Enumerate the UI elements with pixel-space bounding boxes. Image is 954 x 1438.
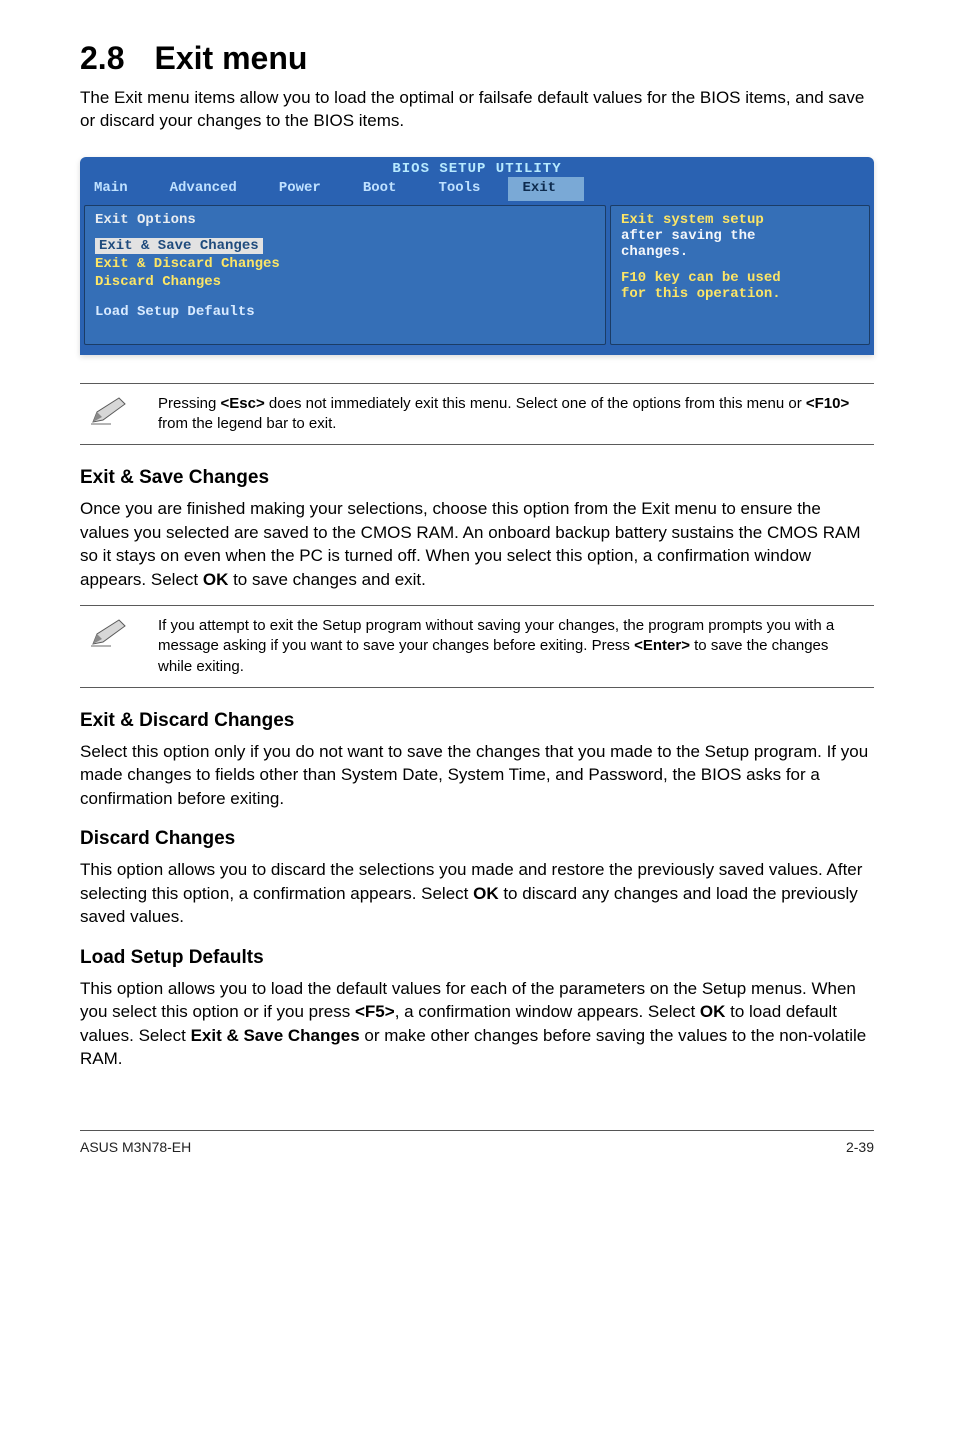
bios-tab-exit[interactable]: Exit	[508, 177, 584, 201]
bios-help-line1: Exit system setup	[621, 212, 764, 228]
bios-help-line4: F10 key can be used	[621, 270, 781, 286]
note-esc-text: Pressing <Esc> does not immediately exit…	[158, 394, 866, 435]
bios-item-discard[interactable]: Discard Changes	[95, 274, 595, 290]
body-load-defaults: This option allows you to load the defau…	[80, 977, 874, 1071]
bios-utility-title: BIOS SETUP UTILITY	[80, 157, 874, 177]
bios-tab-advanced[interactable]: Advanced	[156, 177, 265, 201]
note-enter-text: If you attempt to exit the Setup program…	[158, 616, 866, 677]
note-esc: Pressing <Esc> does not immediately exit…	[80, 383, 874, 446]
pencil-icon	[88, 616, 130, 648]
body-exit-discard: Select this option only if you do not wa…	[80, 740, 874, 810]
bios-body: Exit Options Exit & Save Changes Exit & …	[80, 201, 874, 355]
bios-screenshot: BIOS SETUP UTILITY Main Advanced Power B…	[80, 157, 874, 355]
bios-tab-main[interactable]: Main	[80, 177, 156, 201]
footer-product: ASUS M3N78-EH	[80, 1139, 191, 1155]
heading-discard: Discard Changes	[80, 828, 874, 850]
intro-paragraph: The Exit menu items allow you to load th…	[80, 87, 874, 133]
bios-item-exit-save[interactable]: Exit & Save Changes	[95, 238, 263, 254]
bios-right-pane: Exit system setup after saving the chang…	[610, 205, 870, 345]
bios-help-line5: for this operation.	[621, 286, 781, 302]
body-exit-save: Once you are finished making your select…	[80, 497, 874, 591]
bios-left-header: Exit Options	[95, 212, 595, 228]
bios-tab-tools[interactable]: Tools	[424, 177, 508, 201]
heading-load-defaults: Load Setup Defaults	[80, 947, 874, 969]
heading-exit-save: Exit & Save Changes	[80, 467, 874, 489]
page-heading: 2.8 Exit menu	[80, 40, 874, 77]
bios-item-load-defaults[interactable]: Load Setup Defaults	[95, 304, 595, 320]
note-enter: If you attempt to exit the Setup program…	[80, 605, 874, 688]
heading-exit-discard: Exit & Discard Changes	[80, 710, 874, 732]
footer-page-number: 2-39	[846, 1139, 874, 1155]
section-title-text: Exit menu	[154, 40, 307, 76]
body-discard: This option allows you to discard the se…	[80, 858, 874, 928]
bios-help-line2: after saving the	[621, 228, 859, 244]
bios-left-pane: Exit Options Exit & Save Changes Exit & …	[84, 205, 606, 345]
bios-tab-bar: Main Advanced Power Boot Tools Exit	[80, 177, 874, 201]
section-number: 2.8	[80, 40, 124, 76]
bios-tab-boot[interactable]: Boot	[349, 177, 425, 201]
bios-help-line3: changes.	[621, 244, 859, 260]
bios-item-exit-discard[interactable]: Exit & Discard Changes	[95, 256, 595, 272]
pencil-icon	[88, 394, 130, 426]
page-footer: ASUS M3N78-EH 2-39	[80, 1130, 874, 1155]
bios-tab-power[interactable]: Power	[265, 177, 349, 201]
